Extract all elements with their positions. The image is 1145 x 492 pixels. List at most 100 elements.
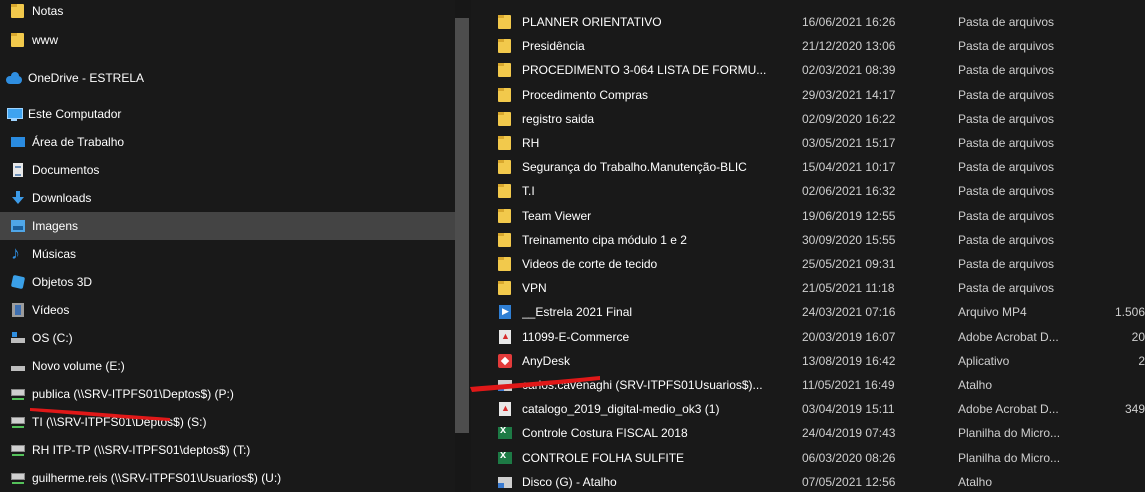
folder-icon [10,32,26,48]
nav-item-novo-volume-e[interactable]: Novo volume (E:) [0,352,455,380]
file-date-modified: 21/12/2020 13:06 [802,39,896,54]
file-date-modified: 24/03/2021 07:16 [802,305,896,320]
file-date-modified: 11/05/2021 16:49 [802,378,895,392]
nav-item-rea-de-trabalho[interactable]: Área de Trabalho [0,128,455,156]
nav-item-label: Objetos 3D [32,275,93,289]
excel-file-icon [497,449,513,466]
file-row[interactable]: 11099-E-Commerce 20/03/2019 16:07 Adobe Ac… [471,325,1145,349]
file-name: Segurança do Trabalho.Manutenção-BLIC [522,160,747,175]
folder-icon [497,232,513,248]
shortcut-icon [497,474,513,490]
anydesk-app-icon [497,353,513,369]
file-size: 1.506 [1114,305,1145,320]
nav-item-label: Novo volume (E:) [32,359,125,373]
nav-item-label: www [32,33,58,47]
nav-item-label: Documentos [32,163,100,177]
file-type: Adobe Acrobat D... [958,402,1059,417]
nav-item-www[interactable]: www [0,26,455,54]
file-type: Atalho [958,378,993,392]
file-row[interactable]: AnyDesk 13/08/2019 16:42 Aplicativo 2 [471,349,1145,373]
pdf-file-icon [497,329,513,345]
file-row[interactable]: Videos de corte de tecido 25/05/2021 09:3… [471,252,1145,276]
nav-item-os-c[interactable]: OS (C:) [0,324,455,352]
nav-item-documentos[interactable]: Documentos [0,156,455,184]
nav-item-label: Downloads [32,191,92,205]
file-row[interactable]: T.I 02/06/2021 16:32 Pasta de arquivos [471,179,1145,203]
file-name: __Estrela 2021 Final [522,305,633,320]
nav-item-label: OS (C:) [32,331,73,345]
nav-item-m-sicas[interactable]: Músicas [0,240,455,268]
file-row[interactable]: __Estrela 2021 Final 24/03/2021 07:16 Arqu… [471,300,1145,324]
file-row[interactable]: Team Viewer 19/06/2019 12:55 Pasta de arqu… [471,204,1145,228]
file-type: Atalho [958,474,993,489]
file-size: 349 [1124,402,1145,417]
folder-icon [497,280,513,296]
onedrive-icon [6,70,22,86]
file-name: CONTROLE FOLHA SULFITE [522,450,685,465]
file-name: PLANNER ORIENTATIVO [522,15,662,29]
nav-item-label: OneDrive - ESTRELA [28,71,145,85]
folder-icon [497,62,513,78]
file-row[interactable]: registro saida 02/09/2020 16:22 Pasta de a… [471,107,1145,131]
file-name: registro saida [522,111,595,126]
file-size: 20 [1131,329,1145,344]
folder-icon [10,3,26,19]
drive-icon [10,358,26,374]
folder-icon [497,14,513,30]
file-name: Presidência [522,39,585,54]
navigation-scrollbar-thumb[interactable] [455,18,469,433]
file-type: Pasta de arquivos [958,281,1055,296]
file-row[interactable]: VPN 21/05/2021 11:18 Pasta de arquivos [471,276,1145,300]
file-row[interactable]: RH 03/05/2021 15:17 Pasta de arquivos [471,131,1145,155]
nav-item-guilherme-reis-srv-itpfs01-usuarios-u[interactable]: guilherme.reis (\\SRV-ITPFS01\Usuarios$)… [0,464,455,492]
nav-item-publica-srv-itpfs01-deptos-p[interactable]: publica (\\SRV-ITPFS01\Deptos$) (P:) [0,380,455,408]
file-date-modified: 03/04/2019 15:11 [802,402,895,417]
network-drive-icon [10,414,26,430]
file-type: Arquivo MP4 [958,305,1027,320]
nav-item-label: TI (\\SRV-ITPFS01\Deptos$) (S:) [32,415,207,429]
file-name: Controle Costura FISCAL 2018 [522,426,688,441]
file-row[interactable]: Procedimento Compras 29/03/2021 14:17 Past… [471,83,1145,107]
nav-item-downloads[interactable]: Downloads [0,184,455,212]
file-name: 11099-E-Commerce [522,329,630,344]
file-row[interactable]: CONTROLE FOLHA SULFITE 06/03/2020 08:26 Pl… [471,446,1145,470]
computer-icon [6,106,23,122]
file-row[interactable]: Segurança do Trabalho.Manutenção-BLIC 15/… [471,155,1145,179]
nav-item-ti-srv-itpfs01-deptos-s[interactable]: TI (\\SRV-ITPFS01\Deptos$) (S:) [0,408,455,436]
file-type: Pasta de arquivos [958,184,1055,199]
file-date-modified: 21/05/2021 11:18 [802,281,895,296]
file-row[interactable]: catalogo_2019_digital-medio_ok3 (1) 03/04… [471,397,1145,421]
file-row[interactable]: Disco (G) - Atalho 07/05/2021 12:56 Atalho [471,470,1145,492]
nav-item-objetos-3d[interactable]: Objetos 3D [0,268,455,296]
nav-item-rh-itp-tp-srv-itpfs01-deptos-t[interactable]: RH ITP-TP (\\SRV-ITPFS01\deptos$) (T:) [0,436,455,464]
file-row[interactable]: Presidência 21/12/2020 13:06 Pasta de arqu… [471,34,1145,58]
file-name: RH [522,136,540,150]
nav-item-notas[interactable]: Notas [0,0,455,25]
nav-item-v-deos[interactable]: Vídeos [0,296,455,324]
nav-item-label: publica (\\SRV-ITPFS01\Deptos$) (P:) [32,387,234,401]
file-date-modified: 06/03/2020 08:26 [802,450,896,465]
file-row[interactable]: PLANNER ORIENTATIVO 16/06/2021 16:26 Pasta… [471,10,1145,34]
file-row[interactable]: carlos.cavenaghi (SRV-ITPFS01Usuarios$).… [471,373,1145,397]
file-row[interactable]: Controle Costura FISCAL 2018 24/04/2019 0… [471,421,1145,445]
nav-item-label: RH ITP-TP (\\SRV-ITPFS01\deptos$) (T:) [32,443,251,457]
file-row[interactable]: Treinamento cipa módulo 1 e 2 30/09/2020 … [471,228,1145,252]
nav-item-label: guilherme.reis (\\SRV-ITPFS01\Usuarios$)… [32,471,282,485]
shortcut-icon [497,377,513,393]
music-icon [10,243,26,264]
network-drive-icon [10,386,26,402]
file-date-modified: 25/05/2021 09:31 [802,257,896,271]
nav-item-label: Área de Trabalho [32,135,125,149]
folder-icon [497,208,513,224]
file-name: Team Viewer [522,208,592,223]
file-date-modified: 24/04/2019 07:43 [802,426,896,441]
nav-item-este-computador[interactable]: Este Computador [0,100,455,128]
file-row[interactable]: PROCEDIMENTO 3-064 LISTA DE FORMU... 02/0… [471,58,1145,82]
file-name: VPN [522,281,547,296]
file-type: Pasta de arquivos [958,63,1055,78]
nav-item-onedrive-estrela[interactable]: OneDrive - ESTRELA [0,64,455,92]
os-drive-icon [10,330,26,346]
file-type: Pasta de arquivos [958,15,1055,29]
nav-item-imagens[interactable]: Imagens [0,212,455,240]
file-name: Videos de corte de tecido [522,257,658,271]
